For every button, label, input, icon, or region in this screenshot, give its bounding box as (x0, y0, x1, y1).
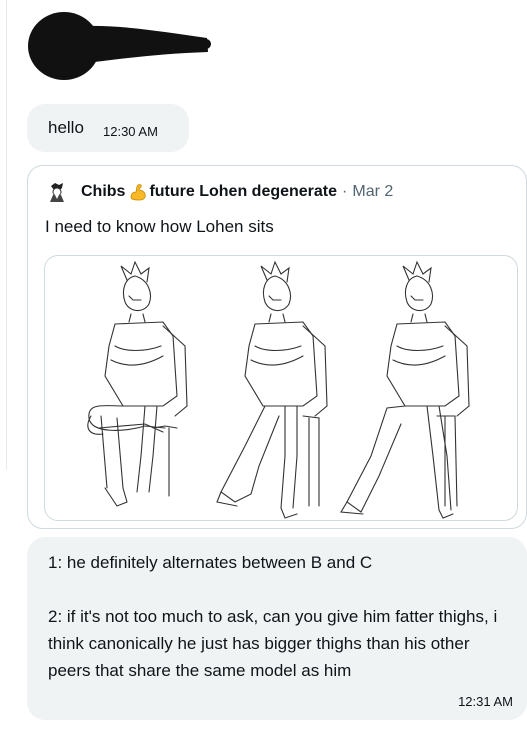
author-name-part1: Chibs (81, 183, 126, 200)
author-avatar[interactable] (45, 180, 69, 204)
avatar-sketch-icon (45, 180, 69, 204)
panel-divider (6, 0, 7, 470)
message-bubble-hello[interactable]: hello 12:30 AM (27, 104, 189, 152)
sketch-figure-a (87, 260, 188, 507)
message-text: hello (48, 118, 84, 137)
sketch-figure-c (340, 260, 470, 519)
message-timestamp: 12:30 AM (103, 124, 158, 139)
quoted-post-header: Chibs future Lohen degenerate · Mar 2 (45, 180, 393, 204)
reply-paragraph-2: 2: if it's not too much to ask, can you … (48, 607, 498, 680)
sketch-image (87, 260, 470, 519)
quoted-post-image[interactable] (44, 255, 518, 521)
sketch-figure-b (216, 260, 328, 519)
quoted-post-card[interactable]: Chibs future Lohen degenerate · Mar 2 I … (27, 165, 527, 529)
author-display-name[interactable]: Chibs future Lohen degenerate (81, 182, 337, 202)
post-date[interactable]: Mar 2 (352, 183, 393, 201)
message-timestamp: 12:31 AM (458, 694, 513, 709)
flexed-biceps-icon (131, 184, 147, 201)
author-name-part2: future Lohen degenerate (149, 183, 338, 200)
message-bubble-reply[interactable]: 1: he definitely alternates between B an… (27, 537, 527, 720)
redaction-scribble (28, 12, 211, 80)
quoted-post-text: I need to know how Lohen sits (45, 217, 274, 236)
reply-paragraph-1: 1: he definitely alternates between B an… (48, 553, 373, 572)
separator-dot: · (342, 183, 348, 200)
dm-conversation: hello 12:30 AM Chibs future Lohen degene… (0, 0, 527, 730)
